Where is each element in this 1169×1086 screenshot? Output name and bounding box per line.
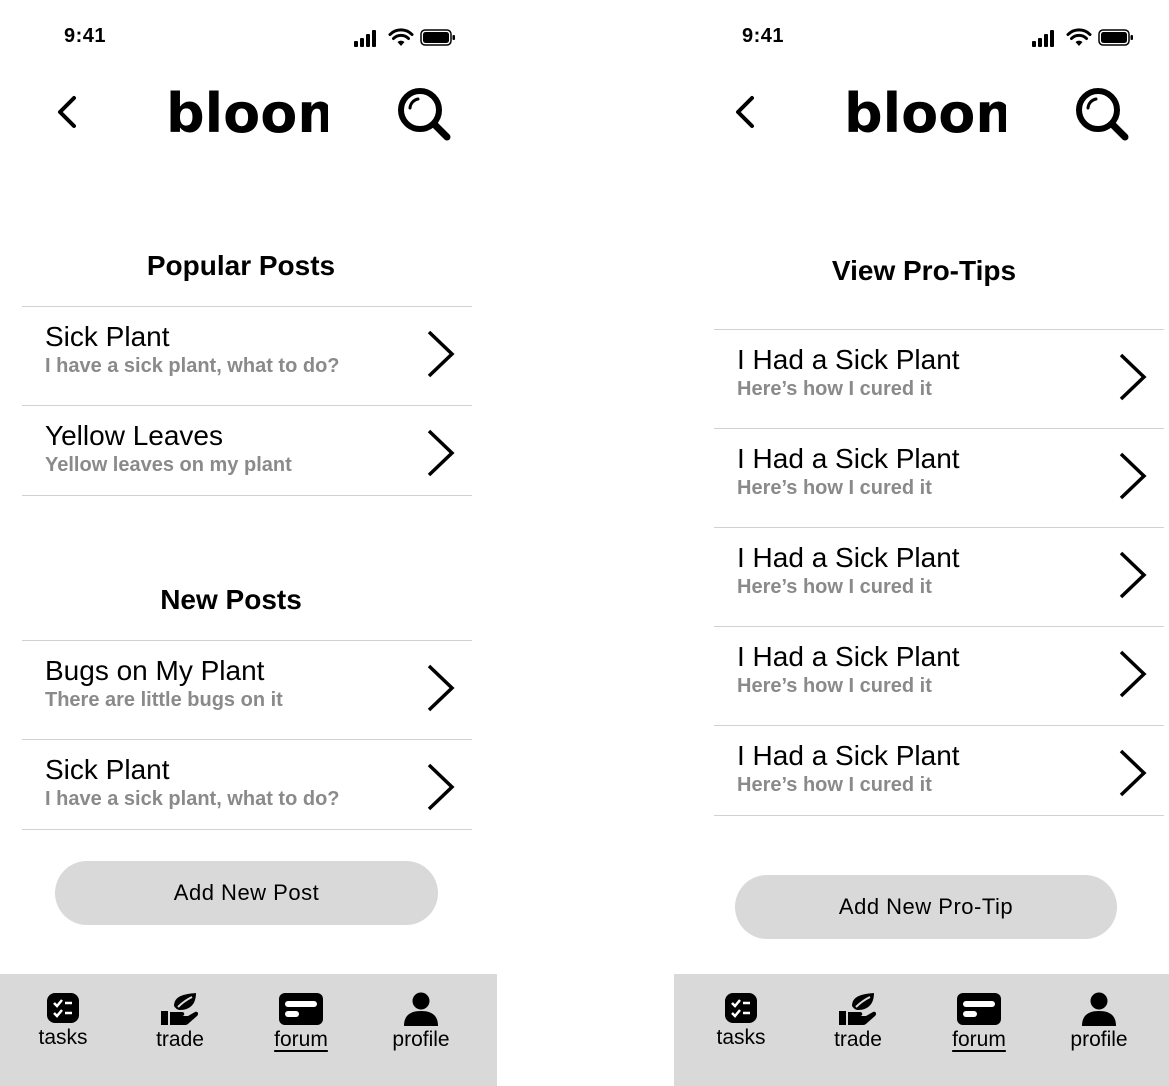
bloom-logo: bloom (844, 82, 1032, 145)
pro-tips-title: View Pro-Tips (831, 255, 1017, 286)
signal-icon (354, 28, 382, 48)
new-posts-title: New Posts (160, 584, 302, 615)
pro-tip-item[interactable]: I Had a Sick Plant Here’s how I cured it (714, 527, 1164, 617)
pro-tips-screen: 9:41 bloom View Pro-Tips I Had a Sick Pl… (674, 0, 1169, 1086)
pro-tip-title: I Had a Sick Plant (737, 740, 960, 771)
new-posts-list: Bugs on My Plant There are little bugs o… (22, 640, 472, 830)
chevron-left-icon (736, 96, 754, 128)
chevron-right-icon (1119, 650, 1147, 698)
add-new-pro-tip-button[interactable]: Add New Pro-Tip (735, 875, 1117, 939)
tab-label: tasks (38, 1026, 88, 1049)
tab-bar: tasks trade forum profile (674, 974, 1169, 1086)
tab-forum[interactable]: forum (934, 992, 1024, 1072)
pro-tip-title: I Had a Sick Plant (737, 542, 960, 573)
status-icons (354, 28, 458, 48)
logo-text: bloom (166, 82, 328, 140)
pro-tip-item[interactable]: I Had a Sick Plant Here’s how I cured it (714, 725, 1164, 816)
pro-tips-list: I Had a Sick Plant Here’s how I cured it… (714, 329, 1164, 816)
pro-tip-item[interactable]: I Had a Sick Plant Here’s how I cured it (714, 428, 1164, 518)
pro-tip-item[interactable]: I Had a Sick Plant Here’s how I cured it (714, 626, 1164, 716)
tab-tasks[interactable]: tasks (18, 992, 108, 1072)
post-title: Sick Plant (45, 321, 170, 352)
battery-icon (420, 29, 456, 47)
tab-label: profile (392, 1028, 450, 1051)
post-item[interactable]: Bugs on My Plant There are little bugs o… (22, 640, 472, 730)
battery-icon (1098, 29, 1134, 47)
bloom-logo-image: bloom (166, 82, 354, 145)
wifi-icon (1066, 28, 1092, 48)
add-new-post-button[interactable]: Add New Post (55, 861, 438, 925)
tab-label: trade (834, 1028, 882, 1051)
chevron-right-icon (1119, 551, 1147, 599)
chevron-right-icon (1119, 749, 1147, 797)
tab-trade[interactable]: trade (813, 992, 903, 1072)
tab-label: trade (156, 1028, 204, 1051)
chevron-right-icon (1119, 452, 1147, 500)
post-subtitle: There are little bugs on it (45, 689, 283, 711)
chevron-right-icon (427, 330, 455, 378)
tab-label: forum (274, 1028, 328, 1051)
status-icons (1032, 28, 1136, 48)
bloom-logo-image: bloom (844, 82, 1032, 145)
signal-icon (1032, 28, 1060, 48)
post-title: Bugs on My Plant (45, 655, 265, 686)
post-subtitle: I have a sick plant, what to do? (45, 355, 340, 377)
chevron-right-icon (427, 763, 455, 811)
search-button[interactable] (396, 86, 452, 142)
post-item[interactable]: Sick Plant I have a sick plant, what to … (22, 306, 472, 396)
tab-profile[interactable]: profile (376, 992, 466, 1072)
post-item[interactable]: Sick Plant I have a sick plant, what to … (22, 739, 472, 830)
search-icon (1076, 88, 1129, 141)
post-item[interactable]: Yellow Leaves Yellow leaves on my plant (22, 405, 472, 496)
pro-tip-item[interactable]: I Had a Sick Plant Here’s how I cured it (714, 329, 1164, 419)
chevron-right-icon (427, 429, 455, 477)
search-button[interactable] (1074, 86, 1130, 142)
tab-label: profile (1070, 1028, 1128, 1051)
pro-tip-title: I Had a Sick Plant (737, 641, 960, 672)
wifi-icon (388, 28, 414, 48)
hand-leaf-icon (839, 993, 877, 1025)
pro-tip-subtitle: Here’s how I cured it (737, 774, 932, 796)
post-title: Yellow Leaves (45, 420, 223, 451)
tab-label: tasks (716, 1026, 766, 1049)
tab-label: forum (952, 1028, 1006, 1051)
pro-tip-subtitle: Here’s how I cured it (737, 378, 932, 400)
pro-tip-subtitle: Here’s how I cured it (737, 477, 932, 499)
hand-leaf-icon (161, 993, 199, 1025)
popular-posts-title: Popular Posts (146, 250, 336, 281)
card-icon (279, 993, 323, 1025)
chevron-left-icon (58, 96, 76, 128)
pro-tip-title: I Had a Sick Plant (737, 344, 960, 375)
person-icon (1082, 992, 1116, 1026)
post-subtitle: Yellow leaves on my plant (45, 454, 292, 476)
tab-forum[interactable]: forum (256, 992, 346, 1072)
forum-posts-screen: 9:41 bloom Popular Posts Sick Plant I ha… (0, 0, 497, 1086)
tab-trade[interactable]: trade (135, 992, 225, 1072)
bloom-logo: bloom (166, 82, 354, 145)
chevron-right-icon (1119, 353, 1147, 401)
logo-text: bloom (844, 82, 1006, 140)
checklist-icon (47, 993, 79, 1023)
pro-tip-subtitle: Here’s how I cured it (737, 675, 932, 697)
pro-tip-subtitle: Here’s how I cured it (737, 576, 932, 598)
card-icon (957, 993, 1001, 1025)
back-button[interactable] (728, 92, 762, 132)
search-icon (398, 88, 451, 141)
tab-bar: tasks trade forum profile (0, 974, 497, 1086)
person-icon (404, 992, 438, 1026)
back-button[interactable] (50, 92, 84, 132)
checklist-icon (725, 993, 757, 1023)
chevron-right-icon (427, 664, 455, 712)
status-time: 9:41 (64, 25, 107, 47)
post-subtitle: I have a sick plant, what to do? (45, 788, 340, 810)
tab-profile[interactable]: profile (1054, 992, 1144, 1072)
tab-tasks[interactable]: tasks (696, 992, 786, 1072)
popular-posts-list: Sick Plant I have a sick plant, what to … (22, 306, 472, 496)
post-title: Sick Plant (45, 754, 170, 785)
pro-tip-title: I Had a Sick Plant (737, 443, 960, 474)
status-time: 9:41 (742, 25, 785, 47)
